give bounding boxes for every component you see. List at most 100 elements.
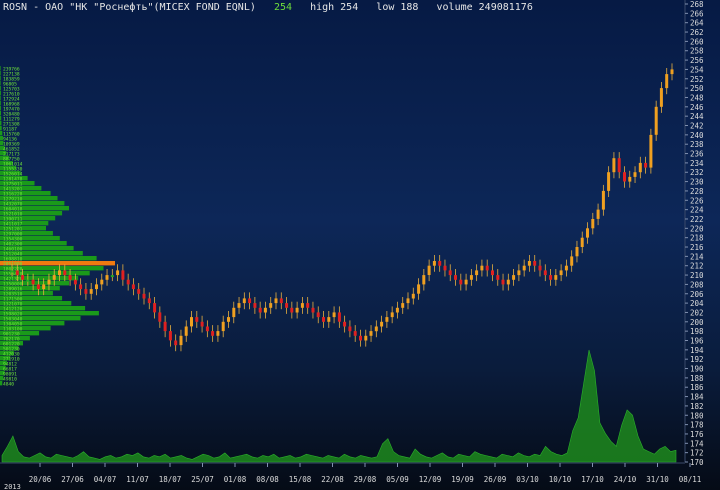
candle-body <box>258 307 262 313</box>
candle-body <box>285 303 289 308</box>
candle-body <box>591 219 595 229</box>
candle-body <box>380 321 384 327</box>
candle-body <box>538 265 542 271</box>
candle <box>644 156 648 174</box>
candle-body <box>153 303 157 313</box>
candle-body <box>52 275 56 280</box>
candle <box>443 259 447 277</box>
candle <box>417 278 421 300</box>
x-tick-label: 10/10 <box>549 475 572 484</box>
candle <box>623 166 626 188</box>
x-tick-label: 18/07 <box>159 475 182 484</box>
y-tick-label: 214 <box>690 252 704 261</box>
candle-body <box>89 289 93 294</box>
y-tick-label: 262 <box>690 28 704 37</box>
x-tick-label: 03/10 <box>516 475 539 484</box>
candle-body <box>596 209 600 219</box>
candle <box>343 315 347 333</box>
candle <box>348 320 352 338</box>
candle-body <box>359 335 362 341</box>
candle-body <box>506 279 510 285</box>
y-tick-label: 172 <box>690 449 704 458</box>
candle-body <box>248 298 252 304</box>
candle-body <box>501 279 505 285</box>
candle <box>543 264 547 282</box>
candle-body <box>163 321 167 332</box>
candle <box>422 269 426 291</box>
candle-body <box>348 326 352 332</box>
candle <box>649 128 653 174</box>
candle <box>438 255 442 272</box>
candle-body <box>527 261 531 266</box>
candle-body <box>332 312 336 318</box>
volume-profile-bar <box>0 101 1 106</box>
y-tick-label: 240 <box>690 131 704 140</box>
y-tick-label: 230 <box>690 178 704 187</box>
y-tick-label: 194 <box>690 346 704 355</box>
candle-body <box>21 275 25 280</box>
y-tick-label: 242 <box>690 122 704 131</box>
y-tick-label: 210 <box>690 271 704 280</box>
candle <box>285 297 289 314</box>
candle-body <box>522 265 526 271</box>
candle-body <box>580 237 584 247</box>
candle <box>549 269 553 286</box>
candle <box>406 292 410 310</box>
candle-body <box>475 270 479 276</box>
y-tick-label: 264 <box>690 19 704 28</box>
candle-body <box>617 158 621 173</box>
y-tick-label: 186 <box>690 383 704 392</box>
y-tick-label: 260 <box>690 37 704 46</box>
candle-body <box>168 331 172 341</box>
candle <box>190 311 193 333</box>
candle-body <box>369 331 373 336</box>
candle <box>448 264 452 282</box>
volume-profile-bar <box>0 86 1 91</box>
candle <box>322 311 325 328</box>
candle-body <box>211 331 215 336</box>
candle <box>596 203 600 226</box>
y-tick-label: 268 <box>690 0 704 9</box>
candle <box>195 311 199 328</box>
y-tick-label: 236 <box>690 150 704 159</box>
candle <box>179 329 183 352</box>
candle-body <box>227 317 230 322</box>
candle <box>242 292 246 310</box>
candle <box>464 273 468 291</box>
candle-body <box>184 326 188 336</box>
candle-body <box>121 270 125 280</box>
chart-window: ROSN - ОАО "НК "Роснефть"(MICEX FOND EQN… <box>0 0 720 490</box>
candle-body <box>58 270 61 276</box>
candle-body <box>559 270 563 276</box>
y-tick-label: 202 <box>690 308 704 317</box>
candle-body <box>485 265 489 271</box>
candle-body <box>464 279 468 285</box>
candle <box>200 315 204 333</box>
volume-profile-bar <box>0 126 2 131</box>
candle <box>380 315 384 333</box>
candles <box>10 63 674 352</box>
x-tick-label: 15/08 <box>289 475 312 484</box>
candle-body <box>586 228 589 238</box>
candle <box>385 311 389 328</box>
candle-body <box>665 74 669 89</box>
candle-body <box>512 275 516 280</box>
candle <box>638 156 642 179</box>
y-tick-label: 204 <box>690 299 704 308</box>
candle-body <box>26 279 30 282</box>
y-tick-label: 258 <box>690 47 704 56</box>
candle <box>95 278 98 296</box>
candle <box>327 311 331 328</box>
candle-body <box>142 293 146 299</box>
candle <box>533 255 537 272</box>
volume-profile-bar <box>0 91 1 96</box>
candle-body <box>564 265 568 271</box>
x-tick-label: 31/10 <box>646 475 669 484</box>
candle-body <box>353 331 357 336</box>
candle <box>628 170 632 188</box>
candle-body <box>496 275 500 280</box>
volume-profile-bar <box>0 116 2 121</box>
candle-body <box>438 261 442 266</box>
candle-body <box>36 284 40 290</box>
candle <box>485 259 489 277</box>
